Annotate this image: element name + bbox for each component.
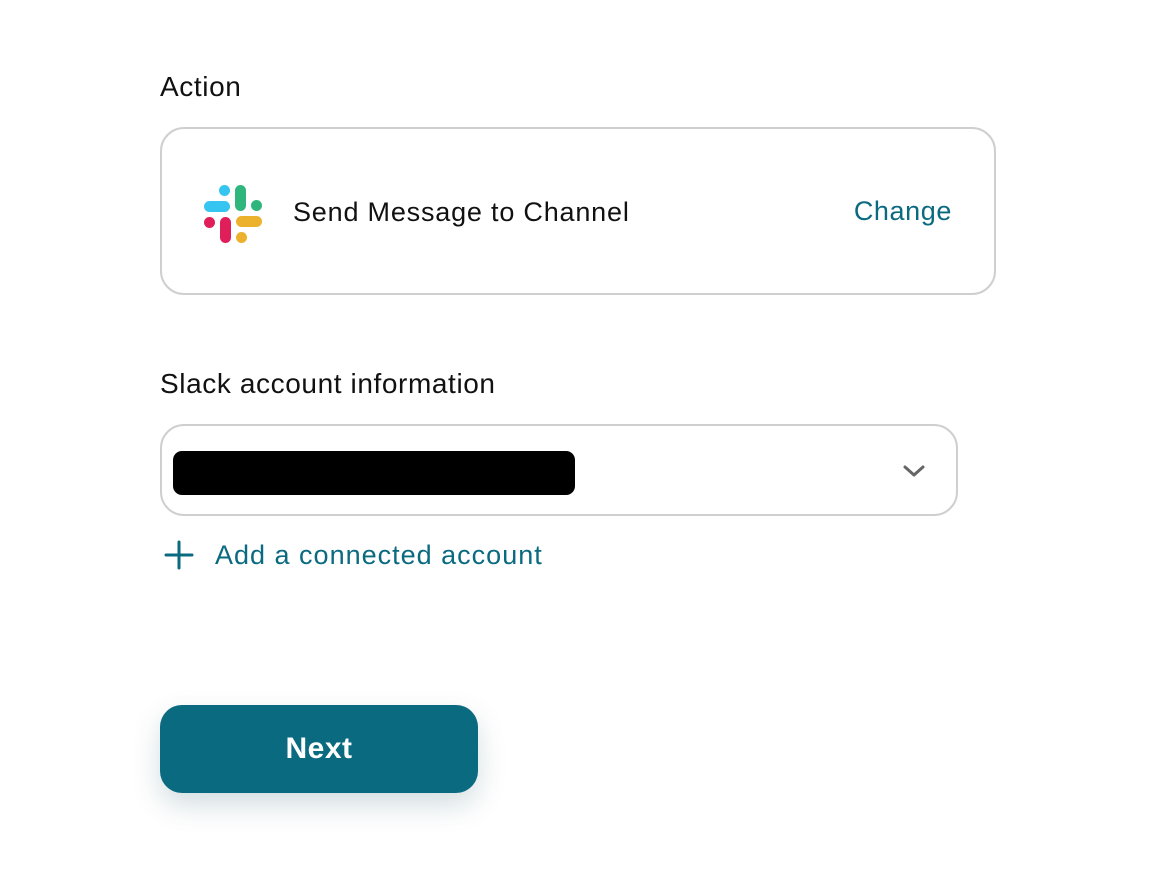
slack-icon bbox=[204, 185, 262, 243]
action-section-label: Action bbox=[160, 71, 242, 102]
redacted-account-name bbox=[173, 451, 575, 495]
plus-icon bbox=[164, 540, 194, 570]
next-button[interactable]: Next bbox=[160, 705, 478, 793]
account-select[interactable] bbox=[160, 424, 958, 516]
action-card: Send Message to Channel Change bbox=[160, 127, 996, 295]
account-section-label: Slack account information bbox=[160, 368, 496, 399]
add-connected-account-label: Add a connected account bbox=[215, 539, 543, 570]
change-action-link[interactable]: Change bbox=[854, 198, 952, 225]
action-name: Send Message to Channel bbox=[293, 197, 630, 227]
add-connected-account-button[interactable]: Add a connected account bbox=[164, 540, 543, 570]
chevron-down-icon bbox=[903, 465, 925, 477]
